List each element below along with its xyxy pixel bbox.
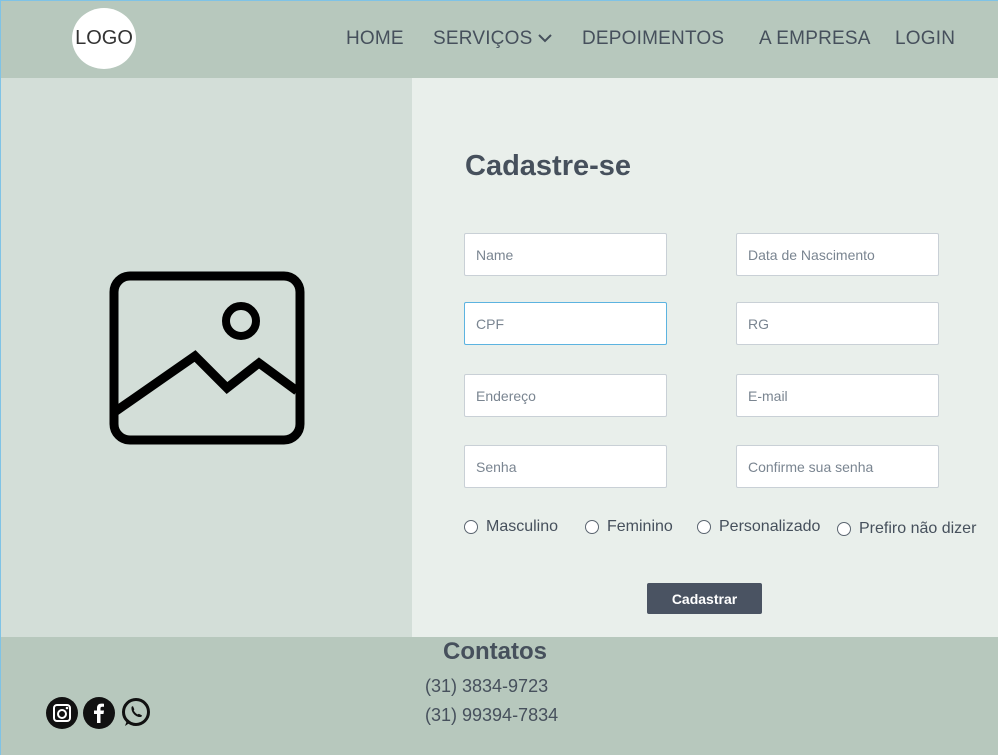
gender-radio-prefer-not[interactable]: Prefiro não dizer — [837, 520, 976, 538]
image-placeholder-icon — [109, 271, 305, 445]
instagram-icon[interactable] — [46, 697, 78, 729]
radio-circle[interactable] — [837, 522, 851, 536]
address-input[interactable] — [464, 374, 667, 417]
image-panel — [1, 78, 412, 637]
radio-circle[interactable] — [585, 520, 599, 534]
gender-radio-female[interactable]: Feminino — [585, 518, 673, 536]
gender-radio-custom[interactable]: Personalizado — [697, 518, 820, 536]
rg-input[interactable] — [736, 302, 939, 345]
name-input[interactable] — [464, 233, 667, 276]
form-title: Cadastre-se — [465, 150, 632, 182]
password-input[interactable] — [464, 445, 667, 488]
radio-label: Personalizado — [719, 518, 821, 535]
nav-testimonials[interactable]: DEPOIMENTOS — [582, 28, 724, 50]
cpf-input[interactable] — [464, 302, 667, 345]
facebook-icon[interactable] — [83, 697, 115, 729]
radio-circle[interactable] — [697, 520, 711, 534]
phone-number: (31) 99394-7834 — [425, 705, 559, 725]
whatsapp-icon[interactable] — [120, 697, 152, 729]
nav-home[interactable]: HOME — [346, 28, 404, 50]
nav-company[interactable]: A EMPRESA — [759, 28, 871, 50]
signup-form: Cadastre-se Masculino Feminino Personali… — [412, 78, 998, 637]
footer: Contatos (31) 3834-9723 (31) 99394-7834 — [1, 637, 998, 755]
nav-login[interactable]: LOGIN — [895, 28, 955, 50]
radio-label: Prefiro não dizer — [859, 520, 977, 537]
phone-number: (31) 3834-9723 — [425, 676, 549, 696]
birth-date-input[interactable] — [736, 233, 939, 276]
email-input[interactable] — [736, 374, 939, 417]
logo[interactable]: LOGO — [72, 8, 136, 69]
radio-label: Feminino — [607, 518, 673, 535]
radio-circle[interactable] — [464, 520, 478, 534]
header: LOGO HOME SERVIÇOS DEPOIMENTOS A EMPRESA… — [1, 1, 998, 78]
submit-button[interactable]: Cadastrar — [647, 583, 762, 614]
gender-radio-male[interactable]: Masculino — [464, 518, 558, 536]
confirm-password-input[interactable] — [736, 445, 939, 488]
radio-label: Masculino — [486, 518, 559, 535]
nav-services[interactable]: SERVIÇOS — [433, 28, 553, 50]
nav-services-label: SERVIÇOS — [433, 28, 533, 49]
contacts-title: Contatos — [443, 638, 547, 665]
chevron-down-icon — [538, 34, 553, 43]
